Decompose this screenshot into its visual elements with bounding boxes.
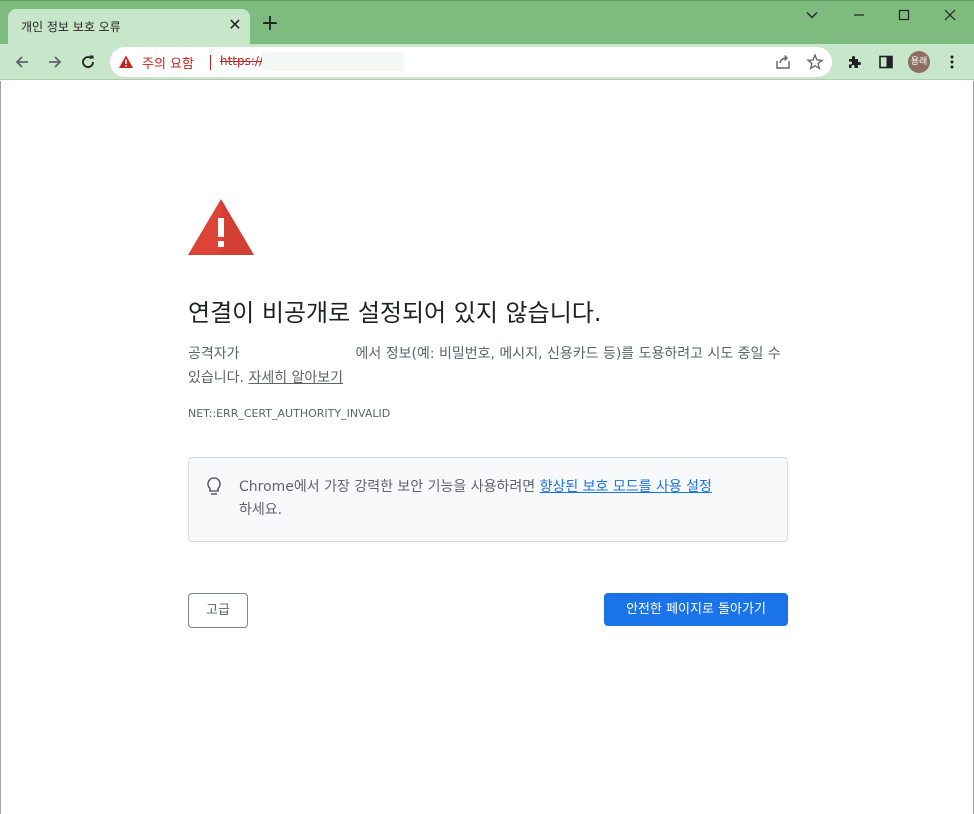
page-title: 연결이 비공개로 설정되어 있지 않습니다. bbox=[188, 299, 602, 327]
address-bar[interactable]: 주의 요함 https:// bbox=[110, 47, 832, 77]
close-window-button[interactable] bbox=[936, 4, 964, 28]
share-icon[interactable] bbox=[774, 53, 792, 71]
error-description: 공격자가 에서 정보(예: 비밀번호, 메시지, 신용카드 등)를 도용하려고 시… bbox=[188, 342, 788, 390]
back-arrow-icon[interactable] bbox=[10, 50, 34, 74]
more-menu-icon[interactable] bbox=[940, 50, 964, 74]
page-content: 연결이 비공개로 설정되어 있지 않습니다. 공격자가 에서 정보(예: 비밀번호… bbox=[0, 81, 974, 814]
enhanced-protection-callout: Chrome에서 가장 강력한 보안 기능을 사용하려면 향상된 보호 모드를 … bbox=[188, 457, 788, 542]
enhanced-protection-link[interactable]: 향상된 보호 모드를 사용 설정 bbox=[540, 479, 712, 495]
callout-text-prefix: Chrome에서 가장 강력한 보안 기능을 사용하려면 bbox=[239, 479, 536, 495]
lightbulb-icon bbox=[205, 476, 223, 498]
url-redacted bbox=[262, 52, 404, 71]
advanced-button[interactable]: 고급 bbox=[188, 593, 248, 628]
description-prefix: 공격자가 bbox=[188, 346, 240, 362]
title-bar: 개인 정보 보호 오류 ✕ + bbox=[0, 0, 974, 45]
new-tab-button[interactable]: + bbox=[259, 13, 281, 35]
warning-triangle-icon[interactable] bbox=[118, 54, 134, 70]
maximize-button[interactable] bbox=[890, 4, 918, 28]
minimize-button[interactable] bbox=[845, 4, 873, 28]
omnibox-divider bbox=[210, 55, 211, 70]
tab-close-icon[interactable]: ✕ bbox=[226, 16, 244, 34]
tab-search-icon[interactable] bbox=[798, 4, 826, 28]
tab-title: 개인 정보 보호 오류 bbox=[21, 20, 121, 34]
callout-text: Chrome에서 가장 강력한 보안 기능을 사용하려면 향상된 보호 모드를 … bbox=[239, 476, 779, 522]
forward-arrow-icon[interactable] bbox=[43, 50, 67, 74]
learn-more-link[interactable]: 자세히 알아보기 bbox=[248, 370, 343, 386]
extensions-puzzle-icon[interactable] bbox=[843, 50, 867, 74]
callout-text-suffix: 하세요. bbox=[239, 502, 283, 518]
side-panel-icon[interactable] bbox=[874, 50, 898, 74]
url-scheme[interactable]: https:// bbox=[220, 54, 263, 68]
profile-avatar[interactable]: 용래 bbox=[908, 51, 930, 73]
reload-icon[interactable] bbox=[76, 50, 100, 74]
error-code: NET::ERR_CERT_AUTHORITY_INVALID bbox=[188, 407, 391, 420]
error-warning-icon bbox=[187, 198, 255, 256]
security-status-label[interactable]: 주의 요함 bbox=[142, 53, 194, 72]
toolbar: 주의 요함 https:// 용래 bbox=[0, 44, 974, 80]
bookmark-star-icon[interactable] bbox=[806, 53, 824, 71]
back-to-safety-button[interactable]: 안전한 페이지로 돌아가기 bbox=[604, 593, 788, 626]
tab-active[interactable]: 개인 정보 보호 오류 ✕ bbox=[8, 9, 250, 45]
